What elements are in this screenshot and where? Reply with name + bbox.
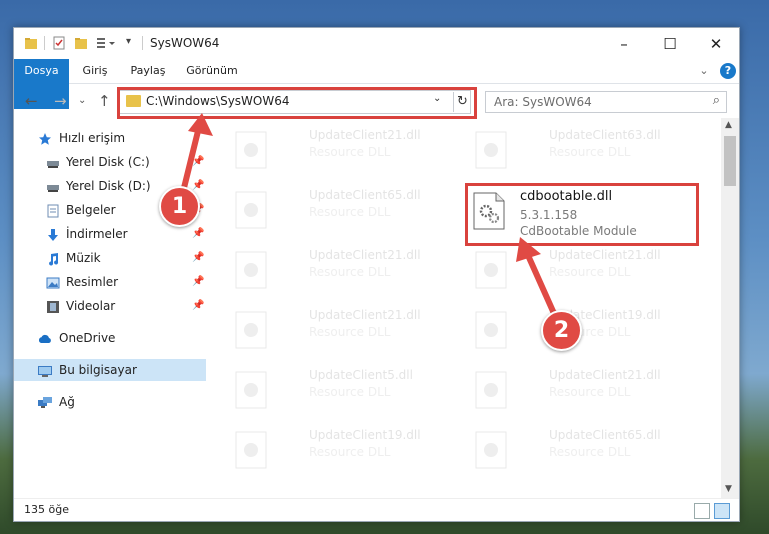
arrow-1: [179, 113, 213, 199]
annotation-arrows: [179, 113, 559, 321]
arrow-2: [516, 237, 559, 321]
step-badge-2: 2: [541, 310, 582, 351]
step-badge-1: 1: [159, 186, 200, 227]
